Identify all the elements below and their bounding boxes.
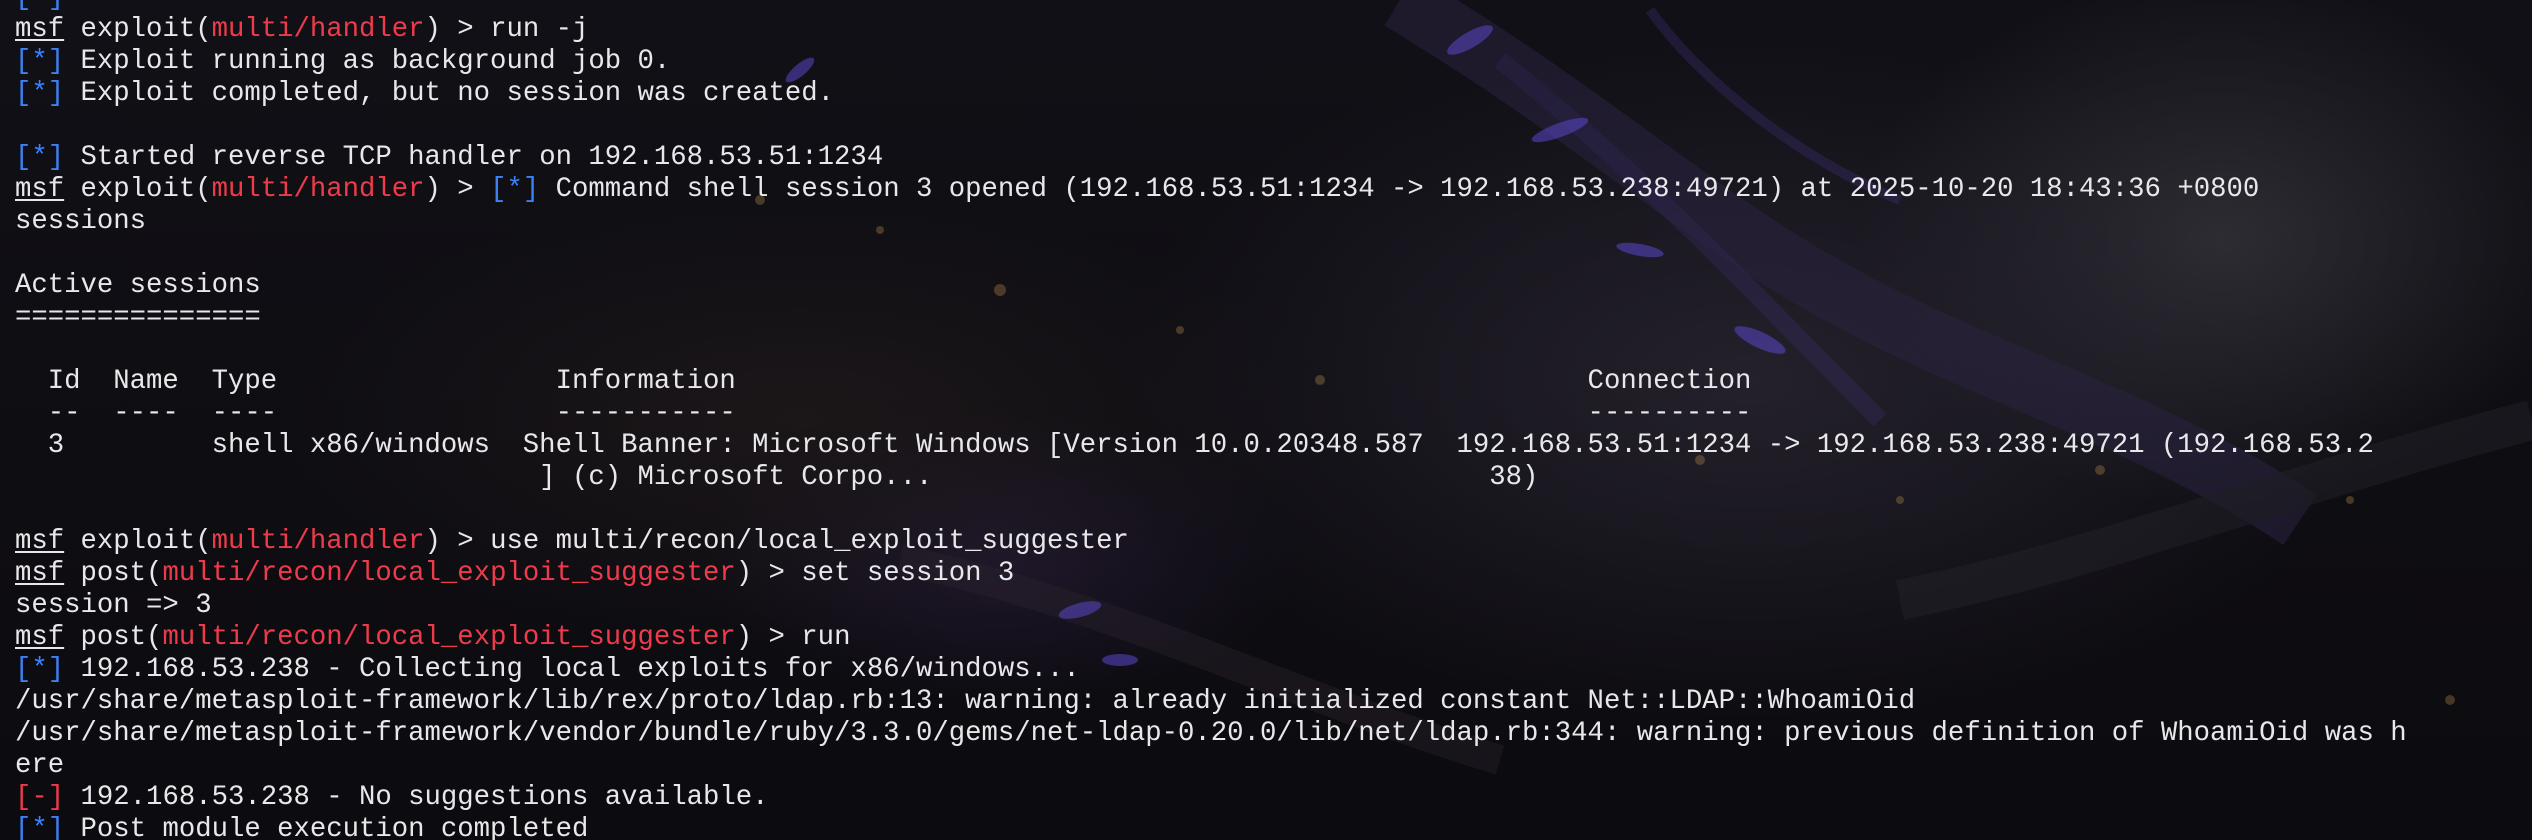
module-name: multi/handler xyxy=(211,526,425,557)
output-text: exploit( xyxy=(64,526,212,557)
terminal-window[interactable]: [*]msf exploit(multi/handler) > run -j[*… xyxy=(0,0,2532,840)
output-text: Active sessions xyxy=(15,270,261,301)
output-text: exploit( xyxy=(64,174,212,205)
module-name: multi/recon/local_exploit_suggester xyxy=(162,622,736,653)
terminal-line: /usr/share/metasploit-framework/lib/rex/… xyxy=(15,686,2532,718)
output-text: ) > run -j xyxy=(424,14,589,45)
terminal-output: [*]msf exploit(multi/handler) > run -j[*… xyxy=(15,0,2532,840)
output-text: ) > use multi/recon/local_exploit_sugges… xyxy=(424,526,1129,557)
module-name: multi/handler xyxy=(211,174,425,205)
terminal-line: [-] 192.168.53.238 - No suggestions avai… xyxy=(15,782,2532,814)
terminal-line: 3 shell x86/windows Shell Banner: Micros… xyxy=(15,430,2532,462)
terminal-line: /usr/share/metasploit-framework/vendor/b… xyxy=(15,718,2532,750)
output-text: -- ---- ---- ----------- ---------- xyxy=(15,398,1752,429)
output-text: ) > xyxy=(424,174,491,205)
terminal-line: ere xyxy=(15,750,2532,782)
terminal-line: -- ---- ---- ----------- ---------- xyxy=(15,398,2532,430)
msf-prompt-label: msf xyxy=(15,558,65,589)
terminal-line: session => 3 xyxy=(15,590,2532,622)
output-text: post( xyxy=(64,558,163,589)
output-text: ere xyxy=(15,750,65,781)
output-text: /usr/share/metasploit-framework/vendor/b… xyxy=(15,718,2407,749)
terminal-line: msf post(multi/recon/local_exploit_sugge… xyxy=(15,558,2532,590)
terminal-line: sessions xyxy=(15,206,2532,238)
info-marker: [*] xyxy=(15,0,64,13)
terminal-line: msf exploit(multi/handler) > run -j xyxy=(15,14,2532,46)
terminal-line: [*] Exploit completed, but no session wa… xyxy=(15,78,2532,110)
terminal-line: ] (c) Microsoft Corpo... 38) xyxy=(15,462,2532,494)
output-text: Post module execution completed xyxy=(64,814,589,840)
terminal-line: [*] Post module execution completed xyxy=(15,814,2532,840)
output-text: Command shell session 3 opened (192.168.… xyxy=(539,174,2260,205)
output-text: Exploit running as background job 0. xyxy=(64,46,671,77)
terminal-line: [*] xyxy=(15,0,2532,14)
output-text: /usr/share/metasploit-framework/lib/rex/… xyxy=(15,686,1916,717)
msf-prompt-label: msf xyxy=(15,174,65,205)
info-marker: [*] xyxy=(490,174,540,205)
msf-prompt-label: msf xyxy=(15,622,65,653)
output-text: session => 3 xyxy=(15,590,212,621)
terminal-line: msf post(multi/recon/local_exploit_sugge… xyxy=(15,622,2532,654)
module-name: multi/recon/local_exploit_suggester xyxy=(162,558,736,589)
msf-prompt-label: msf xyxy=(15,526,65,557)
terminal-line: Id Name Type Information Connection xyxy=(15,366,2532,398)
terminal-line: [*] 192.168.53.238 - Collecting local ex… xyxy=(15,654,2532,686)
info-marker: [*] xyxy=(15,46,65,77)
output-text: sessions xyxy=(15,206,147,237)
output-text: post( xyxy=(64,622,163,653)
output-text: 3 shell x86/windows Shell Banner: Micros… xyxy=(15,430,2374,461)
output-text: ) > run xyxy=(735,622,851,653)
output-text: ) > set session 3 xyxy=(735,558,1015,589)
output-text: Started reverse TCP handler on 192.168.5… xyxy=(64,142,884,173)
output-text: Exploit completed, but no session was cr… xyxy=(64,78,835,109)
output-text: ] (c) Microsoft Corpo... 38) xyxy=(15,462,1539,493)
terminal-line: [*] Started reverse TCP handler on 192.1… xyxy=(15,142,2532,174)
output-text: =============== xyxy=(15,302,261,333)
info-marker: [*] xyxy=(15,654,65,685)
info-marker: [*] xyxy=(15,78,65,109)
terminal-line: msf exploit(multi/handler) > use multi/r… xyxy=(15,526,2532,558)
info-marker: [*] xyxy=(15,142,65,173)
terminal-line: [*] Exploit running as background job 0. xyxy=(15,46,2532,78)
terminal-line: msf exploit(multi/handler) > [*] Command… xyxy=(15,174,2532,206)
output-text: 192.168.53.238 - Collecting local exploi… xyxy=(64,654,1080,685)
output-text: Id Name Type Information Connection xyxy=(15,366,1752,397)
terminal-line: Active sessions xyxy=(15,270,2532,302)
module-name: multi/handler xyxy=(211,14,425,45)
output-text: exploit( xyxy=(64,14,212,45)
output-text: 192.168.53.238 - No suggestions availabl… xyxy=(64,782,769,813)
terminal-line: =============== xyxy=(15,302,2532,334)
msf-prompt-label: msf xyxy=(15,14,65,45)
info-marker: [*] xyxy=(15,814,65,840)
error-marker: [-] xyxy=(15,782,65,813)
